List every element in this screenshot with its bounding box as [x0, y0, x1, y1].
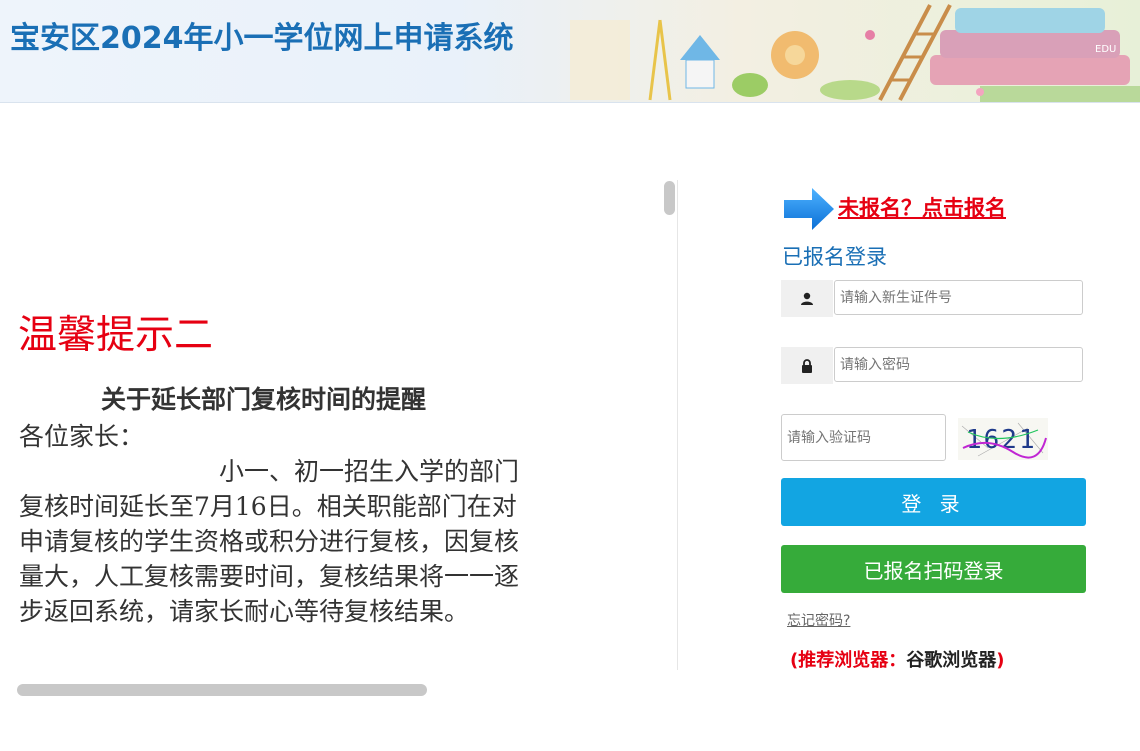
notice-panel[interactable]: 温馨提示二 关于延长部门复核时间的提醒 各位家长： 小一、初一招生入学的部门复核… [0, 180, 676, 670]
qr-login-button[interactable]: 已报名扫码登录 [781, 545, 1086, 593]
arrow-right-icon [784, 188, 834, 230]
notice-paragraph: 小一、初一招生入学的部门复核时间延长至7月16日。相关职能部门在对申请复核的学生… [19, 457, 520, 626]
panel-divider [677, 180, 678, 670]
captcha-text: 1621 [966, 425, 1037, 455]
header-illustration: EDU [570, 4, 1140, 102]
notice-heading: 关于延长部门复核时间的提醒 [101, 385, 427, 414]
browser-tip-suffix: ) [996, 650, 1005, 671]
signup-link[interactable]: 未报名？点击报名 [838, 192, 1006, 222]
browser-tip-name: 谷歌浏览器 [906, 650, 997, 671]
notice-title: 温馨提示二 [18, 313, 214, 358]
forgot-password-link[interactable]: 忘记密码? [787, 610, 850, 630]
page-title: 宝安区2024年小一学位网上申请系统 [10, 21, 514, 56]
notice-vertical-scrollbar[interactable] [664, 181, 675, 215]
notice-horizontal-scrollbar[interactable] [17, 684, 427, 696]
browser-tip-prefix: (推荐浏览器： [790, 650, 907, 671]
captcha-image[interactable]: 1621 [958, 418, 1048, 460]
notice-body: 关于延长部门复核时间的提醒 各位家长： 小一、初一招生入学的部门复核时间延长至7… [19, 382, 539, 629]
password-field-row [781, 347, 1085, 384]
lock-icon [781, 347, 833, 384]
user-icon [781, 280, 833, 317]
password-input[interactable] [834, 347, 1083, 382]
login-button[interactable]: 登 录 [781, 478, 1086, 526]
notice-greeting: 各位家长： [19, 422, 145, 451]
svg-text:EDU: EDU [1095, 44, 1116, 55]
captcha-input[interactable] [781, 414, 946, 461]
id-field-row [781, 280, 1085, 317]
browser-recommendation: (推荐浏览器：谷歌浏览器) [790, 646, 1004, 672]
login-heading: 已报名登录 [782, 245, 887, 269]
page-header: 宝安区2024年小一学位网上申请系统 EDU [0, 0, 1140, 103]
id-number-input[interactable] [834, 280, 1083, 315]
